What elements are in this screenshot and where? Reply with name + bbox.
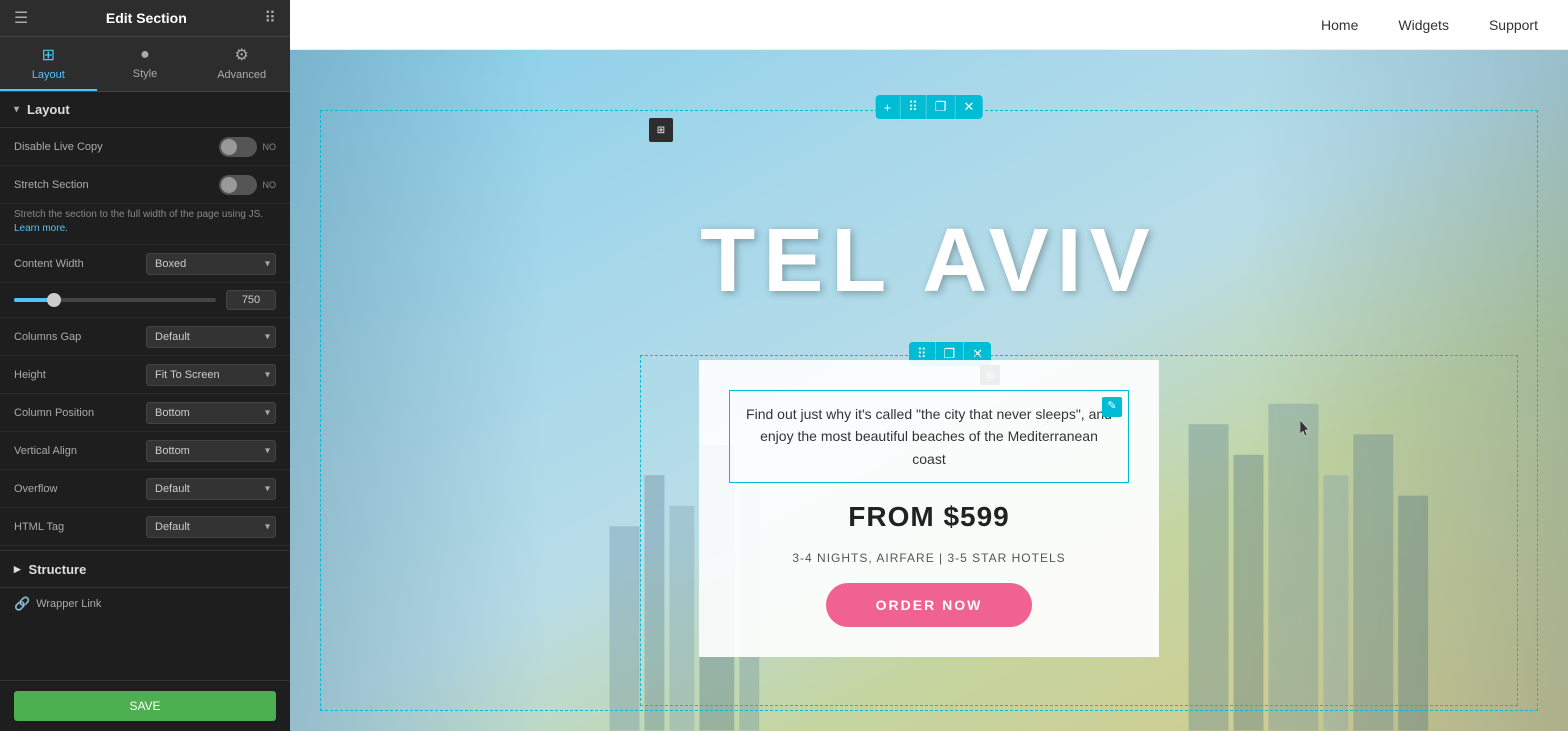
style-tab-label: Style — [133, 68, 157, 80]
disable-live-copy-toggle-wrap: NO — [219, 137, 277, 157]
grid-icon[interactable]: ⠿ — [264, 8, 276, 28]
vertical-align-row: Vertical Align Bottom Top ▾ — [0, 432, 290, 470]
top-nav: Home Widgets Support — [290, 0, 1568, 50]
tab-advanced[interactable]: ⚙ Advanced — [193, 37, 290, 91]
nav-support[interactable]: Support — [1489, 17, 1538, 33]
layout-arrow-icon: ▾ — [14, 104, 19, 115]
advanced-tab-icon: ⚙ — [235, 45, 249, 65]
hamburger-icon[interactable]: ☰ — [14, 8, 28, 28]
width-slider-row — [0, 283, 290, 318]
stretch-section-label: Stretch Section — [14, 179, 219, 191]
html-tag-row: HTML Tag Default header footer ▾ — [0, 508, 290, 546]
overflow-label: Overflow — [14, 483, 146, 495]
overflow-row: Overflow Default Hidden ▾ — [0, 470, 290, 508]
stretch-section-value: NO — [263, 180, 277, 190]
disable-live-copy-label: Disable Live Copy — [14, 141, 219, 153]
nights-text: 3-4 NIGHTS, AIRFARE | 3-5 STAR HOTELS — [792, 551, 1065, 565]
wrapper-link-label: Wrapper Link — [36, 598, 101, 610]
html-tag-label: HTML Tag — [14, 521, 146, 533]
disable-live-copy-value: NO — [263, 142, 277, 152]
left-panel: ☰ Edit Section ⠿ ⊞ Layout ● Style ⚙ Adva… — [0, 0, 290, 731]
html-tag-select-wrap: Default header footer ▾ — [146, 516, 276, 538]
panel-header: ☰ Edit Section ⠿ — [0, 0, 290, 37]
price-text: FROM $599 — [848, 501, 1010, 533]
panel-title: Edit Section — [106, 10, 187, 26]
disable-live-copy-row: Disable Live Copy NO — [0, 128, 290, 166]
section-handle[interactable]: ⊞ — [649, 118, 673, 142]
structure-arrow-icon: ▸ — [14, 561, 21, 577]
layout-section-label: Layout — [27, 102, 70, 117]
link-icon: 🔗 — [14, 596, 30, 612]
columns-gap-label: Columns Gap — [14, 331, 146, 343]
section-move-btn[interactable]: ⠿ — [900, 95, 927, 119]
content-card: Find out just why it's called "the city … — [699, 360, 1159, 657]
text-edit-icon[interactable]: ✎ — [1102, 397, 1122, 417]
content-width-row: Content Width Boxed Full Width ▾ — [0, 245, 290, 283]
disable-live-copy-toggle[interactable] — [219, 137, 257, 157]
stretch-section-toggle-wrap: NO — [219, 175, 277, 195]
vertical-align-select[interactable]: Bottom Top — [146, 440, 276, 462]
order-now-button[interactable]: ORDER NOW — [826, 583, 1033, 627]
section-toolbar-top: + ⠿ ❐ ✕ — [876, 95, 983, 119]
height-row: Height Fit To Screen Default ▾ — [0, 356, 290, 394]
width-slider-track[interactable] — [14, 298, 216, 302]
panel-tabs: ⊞ Layout ● Style ⚙ Advanced — [0, 37, 290, 92]
right-area: Home Widgets Support + ⠿ — [290, 0, 1568, 731]
content-width-select-wrap: Boxed Full Width ▾ — [146, 253, 276, 275]
vertical-align-label: Vertical Align — [14, 445, 146, 457]
height-label: Height — [14, 369, 146, 381]
advanced-tab-label: Advanced — [217, 69, 266, 81]
stretch-desc-text: Stretch the section to the full width of… — [14, 209, 263, 220]
width-slider-input[interactable] — [226, 290, 276, 310]
layout-tab-label: Layout — [32, 69, 65, 81]
width-slider-thumb[interactable] — [47, 293, 61, 307]
column-position-row: Column Position Bottom Top ▾ — [0, 394, 290, 432]
section-copy-btn[interactable]: ❐ — [927, 95, 956, 119]
content-width-select[interactable]: Boxed Full Width — [146, 253, 276, 275]
tab-layout[interactable]: ⊞ Layout — [0, 37, 97, 91]
style-tab-icon: ● — [140, 46, 150, 64]
panel-footer: SAVE — [0, 680, 290, 731]
height-select[interactable]: Fit To Screen Default — [146, 364, 276, 386]
columns-gap-select-wrap: Default None ▾ — [146, 326, 276, 348]
panel-body: ▾ Layout Disable Live Copy NO Stretch Se… — [0, 92, 290, 680]
section-add-btn[interactable]: + — [876, 96, 901, 119]
content-width-label: Content Width — [14, 258, 146, 270]
column-position-label: Column Position — [14, 407, 146, 419]
layout-tab-icon: ⊞ — [42, 45, 55, 65]
structure-section-header[interactable]: ▸ Structure — [0, 550, 290, 588]
stretch-learn-more-link[interactable]: Learn more. — [14, 223, 68, 234]
section-close-btn[interactable]: ✕ — [955, 95, 982, 119]
tab-style[interactable]: ● Style — [97, 37, 194, 91]
stretch-desc: Stretch the section to the full width of… — [0, 204, 290, 245]
panel-header-icons: ⠿ — [264, 8, 276, 28]
nav-widgets[interactable]: Widgets — [1398, 17, 1449, 33]
stretch-section-row: Stretch Section NO — [0, 166, 290, 204]
nav-home[interactable]: Home — [1321, 17, 1358, 33]
canvas: + ⠿ ❐ ✕ ⊞ TEL AVIV ⠿ ❐ ✕ ⊞ Find out just… — [290, 50, 1568, 731]
column-position-select-wrap: Bottom Top ▾ — [146, 402, 276, 424]
columns-gap-select[interactable]: Default None — [146, 326, 276, 348]
html-tag-select[interactable]: Default header footer — [146, 516, 276, 538]
vertical-align-select-wrap: Bottom Top ▾ — [146, 440, 276, 462]
layout-section-header[interactable]: ▾ Layout — [0, 92, 290, 128]
wrapper-link-row[interactable]: 🔗 Wrapper Link — [0, 588, 290, 620]
description-text: Find out just why it's called "the city … — [746, 406, 1112, 467]
columns-gap-row: Columns Gap Default None ▾ — [0, 318, 290, 356]
overflow-select[interactable]: Default Hidden — [146, 478, 276, 500]
stretch-section-toggle[interactable] — [219, 175, 257, 195]
description-text-box: Find out just why it's called "the city … — [729, 390, 1129, 483]
height-select-wrap: Fit To Screen Default ▾ — [146, 364, 276, 386]
structure-section-label: Structure — [29, 562, 87, 577]
overflow-select-wrap: Default Hidden ▾ — [146, 478, 276, 500]
column-position-select[interactable]: Bottom Top — [146, 402, 276, 424]
save-button[interactable]: SAVE — [14, 691, 276, 721]
